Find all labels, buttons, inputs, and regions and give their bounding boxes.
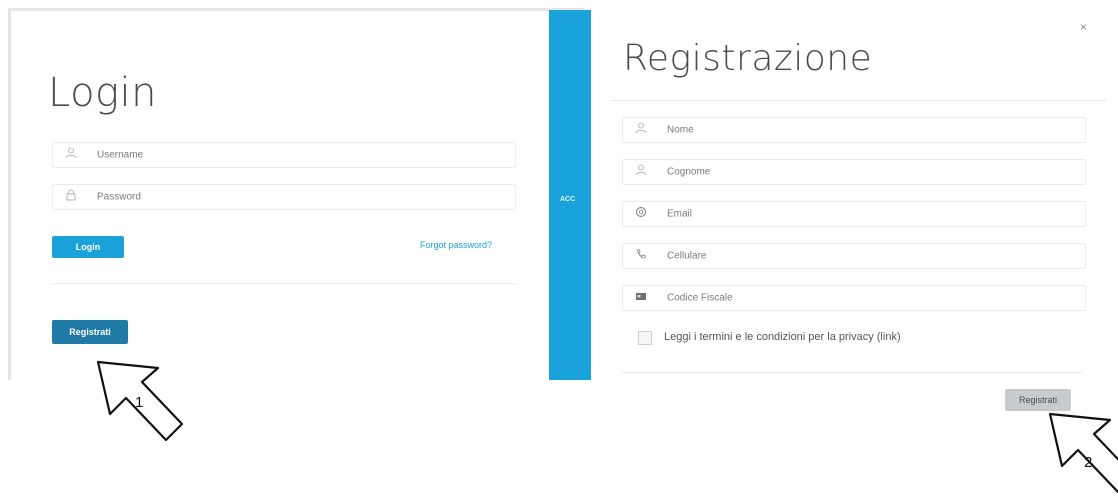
codice-fiscale-field[interactable]: Codice Fiscale bbox=[622, 285, 1086, 311]
registration-title: Registrazione bbox=[623, 38, 873, 79]
login-button[interactable]: Login bbox=[52, 236, 124, 258]
password-placeholder: Password bbox=[97, 191, 141, 203]
user-icon bbox=[63, 147, 79, 163]
close-icon[interactable]: × bbox=[1080, 20, 1087, 34]
callout-number-1: 1 bbox=[135, 394, 144, 411]
email-field[interactable]: Email bbox=[622, 201, 1086, 227]
user-icon bbox=[633, 164, 649, 180]
username-field[interactable]: Username bbox=[52, 142, 516, 168]
forgot-password-link[interactable]: Forgot password? bbox=[420, 240, 492, 250]
login-divider bbox=[52, 283, 516, 284]
registration-header-divider bbox=[612, 100, 1106, 101]
cognome-placeholder: Cognome bbox=[667, 166, 711, 178]
callout-number-2: 2 bbox=[1084, 454, 1093, 471]
cellulare-placeholder: Cellulare bbox=[667, 250, 707, 262]
lock-icon bbox=[63, 189, 79, 205]
registration-footer-divider bbox=[622, 372, 1082, 373]
terms-checkbox[interactable] bbox=[638, 331, 652, 345]
callout-arrow-2-icon bbox=[1048, 412, 1118, 494]
user-icon bbox=[633, 122, 649, 138]
email-placeholder: Email bbox=[667, 208, 693, 220]
side-strip-label: ACC bbox=[560, 196, 576, 203]
password-field[interactable]: Password bbox=[52, 184, 516, 210]
cognome-field[interactable]: Cognome bbox=[622, 159, 1086, 185]
nome-placeholder: Nome bbox=[667, 124, 694, 136]
username-placeholder: Username bbox=[97, 149, 144, 161]
codice-fiscale-placeholder: Codice Fiscale bbox=[667, 292, 733, 304]
register-button[interactable]: Registrati bbox=[52, 320, 128, 344]
email-icon bbox=[633, 206, 649, 222]
login-title: Login bbox=[48, 70, 158, 116]
side-strip bbox=[549, 10, 591, 380]
cellulare-field[interactable]: Cellulare bbox=[622, 243, 1086, 269]
phone-icon bbox=[633, 248, 649, 264]
terms-label[interactable]: Leggi i termini e le condizioni per la p… bbox=[664, 331, 901, 343]
nome-field[interactable]: Nome bbox=[622, 117, 1086, 143]
id-card-icon bbox=[633, 290, 649, 306]
